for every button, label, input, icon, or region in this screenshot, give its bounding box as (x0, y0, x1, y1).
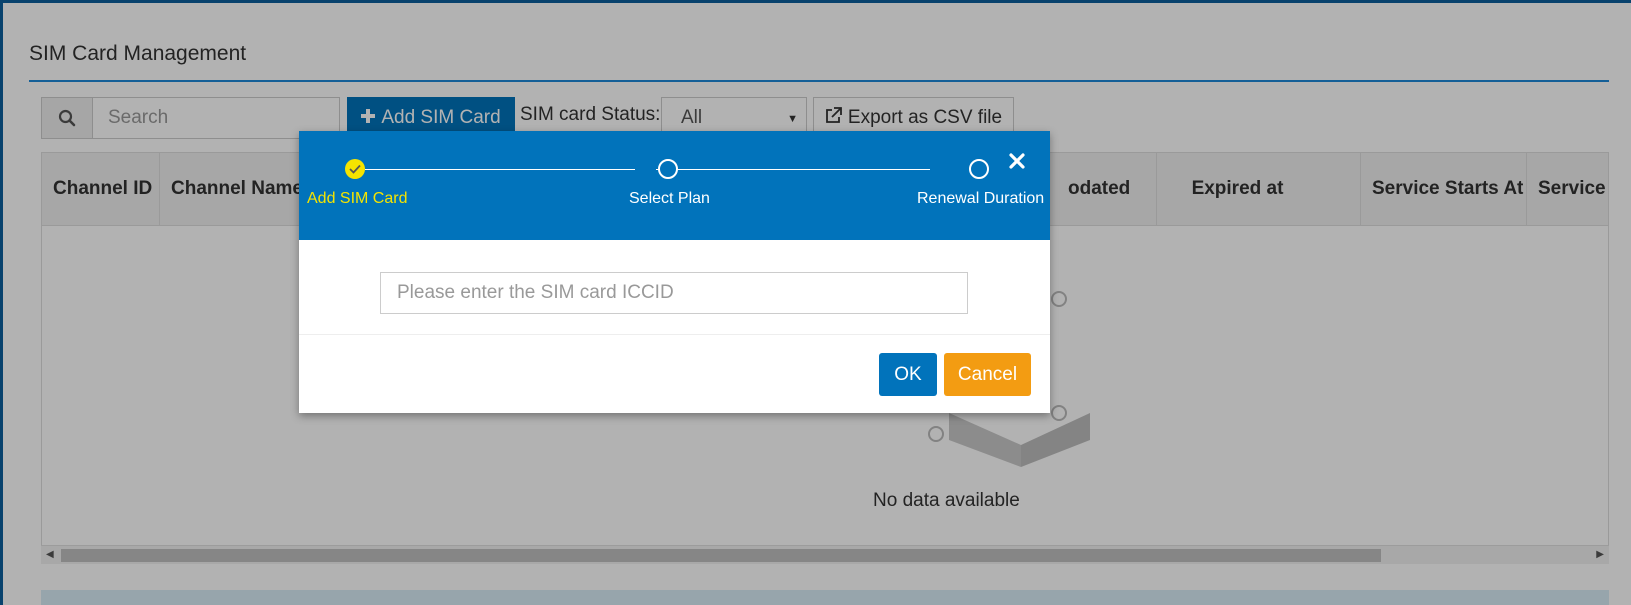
add-sim-card-dialog: Add SIM Card Select Plan Renewal Duratio… (299, 131, 1050, 413)
ok-button[interactable]: OK (879, 353, 937, 396)
cancel-button[interactable]: Cancel (944, 353, 1031, 396)
wizard-steps-header: Add SIM Card Select Plan Renewal Duratio… (299, 131, 1050, 240)
step-renewal-duration: Renewal Duration (917, 190, 1045, 207)
step-select-plan: Select Plan (629, 190, 710, 207)
iccid-input[interactable] (380, 272, 968, 314)
step-connector (656, 169, 930, 170)
step-circle-icon (658, 159, 678, 179)
step-add-sim-card: Add SIM Card (307, 190, 408, 207)
step-connector (365, 169, 635, 170)
modal-divider (299, 334, 1050, 335)
close-icon[interactable] (1007, 151, 1027, 171)
check-icon (345, 159, 365, 179)
step-circle-icon (969, 159, 989, 179)
